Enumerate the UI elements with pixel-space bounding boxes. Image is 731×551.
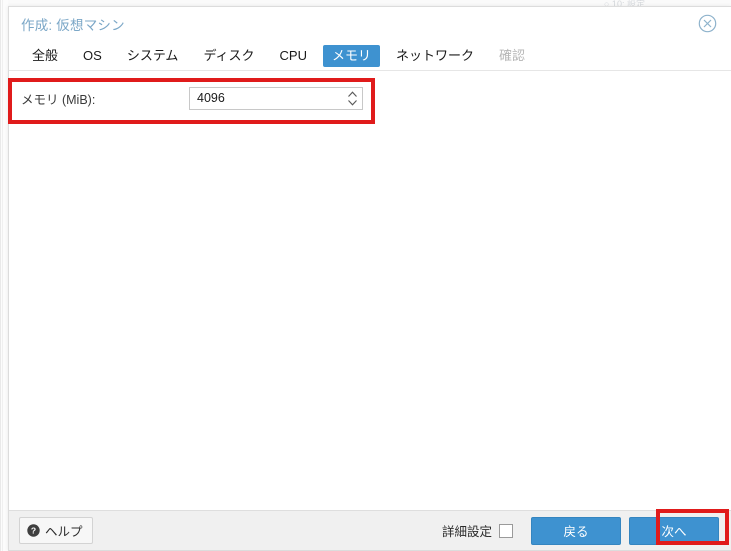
tab-os[interactable]: OS: [74, 45, 111, 67]
tab-general[interactable]: 全般: [23, 45, 67, 67]
advanced-settings-checkbox[interactable]: [499, 523, 513, 538]
dialog-content: メモリ (MiB): 4096: [9, 71, 731, 510]
tab-network[interactable]: ネットワーク: [387, 45, 483, 67]
advanced-settings-label: 詳細設定: [441, 525, 492, 539]
memory-field-row: メモリ (MiB): 4096: [21, 83, 373, 113]
memory-input-value: 4096: [197, 91, 225, 105]
tab-disk[interactable]: ディスク: [194, 45, 263, 67]
dialog-titlebar: 作成: 仮想マシン: [9, 7, 731, 41]
back-button[interactable]: 戻る: [531, 516, 621, 545]
tab-confirm: 確認: [499, 47, 526, 63]
tab-memory[interactable]: メモリ: [322, 44, 380, 67]
dialog-title: 作成: 仮想マシン: [21, 18, 125, 33]
tab-cpu[interactable]: CPU: [271, 45, 316, 67]
next-button[interactable]: 次へ: [629, 516, 719, 545]
question-mark-circle-icon: ?: [27, 524, 40, 537]
dialog-footer: ? ヘルプ 詳細設定 戻る 次へ: [9, 510, 731, 550]
background-left-edge: [0, 0, 8, 551]
help-button[interactable]: ? ヘルプ: [19, 517, 93, 544]
svg-text:?: ?: [31, 526, 36, 536]
help-button-label: ヘルプ: [45, 525, 83, 539]
spinner-up-down-icon[interactable]: [342, 88, 362, 109]
create-vm-dialog: 作成: 仮想マシン 全般 OS システム ディスク CPU メモリ ネットワーク…: [8, 6, 731, 551]
dialog-tabbar: 全般 OS システム ディスク CPU メモリ ネットワーク 確認: [9, 41, 731, 71]
memory-input[interactable]: 4096: [189, 86, 363, 110]
memory-field-label: メモリ (MiB):: [21, 92, 96, 107]
tab-system[interactable]: システム: [118, 45, 188, 67]
close-circle-icon[interactable]: [698, 14, 717, 33]
